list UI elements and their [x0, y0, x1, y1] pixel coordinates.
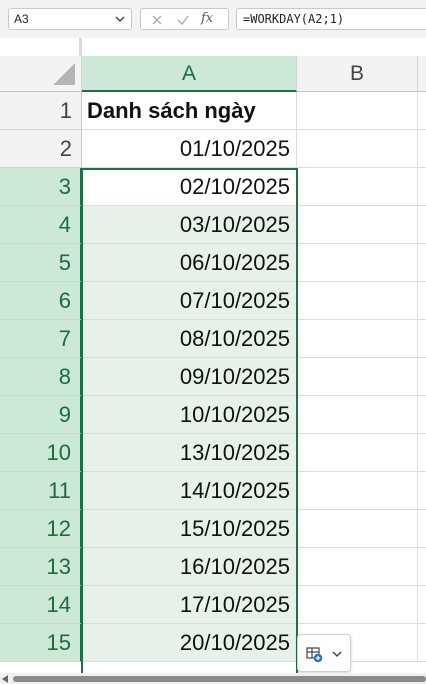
cell-a[interactable]: 15/10/2025 [82, 510, 297, 548]
cell-a[interactable]: 20/10/2025 [82, 624, 297, 662]
cell-a[interactable]: 10/10/2025 [82, 396, 297, 434]
name-box[interactable]: A3 [8, 8, 132, 30]
cell-a[interactable]: 03/10/2025 [82, 206, 297, 244]
cell-c[interactable] [418, 282, 426, 320]
cell-b[interactable] [297, 320, 418, 358]
column-header-a[interactable]: A [82, 56, 297, 92]
row-header[interactable]: 9 [0, 396, 82, 434]
cell-b[interactable] [297, 168, 418, 206]
chevron-down-icon[interactable] [113, 12, 127, 26]
cell-b[interactable] [297, 548, 418, 586]
cell-c[interactable] [418, 396, 426, 434]
cell-a[interactable]: 02/10/2025 [82, 168, 297, 206]
row-header[interactable]: 11 [0, 472, 82, 510]
cell-c[interactable] [418, 320, 426, 358]
cell-c[interactable] [418, 244, 426, 282]
cell-a[interactable]: 07/10/2025 [82, 282, 297, 320]
cell-a[interactable]: 06/10/2025 [82, 244, 297, 282]
cell-b[interactable] [297, 396, 418, 434]
formula-buttons: fx [140, 8, 229, 30]
row-header[interactable]: 8 [0, 358, 82, 396]
cell-a[interactable]: 08/10/2025 [82, 320, 297, 358]
cell-b[interactable] [297, 206, 418, 244]
formula-value: =WORKDAY(A2;1) [243, 12, 345, 26]
row-header[interactable]: 4 [0, 206, 82, 244]
row-header[interactable]: 14 [0, 586, 82, 624]
chevron-down-icon [332, 651, 342, 658]
cancel-icon[interactable] [149, 12, 165, 28]
formula-input[interactable]: =WORKDAY(A2;1) [236, 8, 426, 30]
cell-c[interactable] [418, 624, 426, 662]
row-header[interactable]: 13 [0, 548, 82, 586]
row-header[interactable]: 3 [0, 168, 82, 206]
horizontal-scrollbar[interactable] [0, 673, 426, 684]
cell-b[interactable] [297, 586, 418, 624]
formula-bar-resize-handle[interactable] [79, 38, 82, 56]
scrollbar-thumb[interactable] [13, 676, 426, 682]
select-all-icon [53, 63, 75, 85]
cell-c[interactable] [418, 510, 426, 548]
cell-c[interactable] [418, 548, 426, 586]
column-header-c[interactable] [418, 56, 426, 92]
insert-function-button[interactable]: fx [201, 11, 213, 26]
cell-a[interactable]: 17/10/2025 [82, 586, 297, 624]
cell-a[interactable]: 01/10/2025 [82, 130, 297, 168]
cell-c[interactable] [418, 472, 426, 510]
row-header[interactable]: 5 [0, 244, 82, 282]
formula-bar: A3 fx =WORKDAY(A2;1) [0, 0, 426, 38]
row-header[interactable]: 12 [0, 510, 82, 548]
row-header[interactable]: 15 [0, 624, 82, 662]
scroll-left-icon[interactable] [2, 675, 8, 683]
cell-a1-header[interactable]: Danh sách ngày [82, 92, 297, 130]
cell-c[interactable] [418, 92, 426, 130]
cell-b[interactable] [297, 282, 418, 320]
cell-a[interactable]: 14/10/2025 [82, 472, 297, 510]
cell-c[interactable] [418, 130, 426, 168]
cell-a[interactable]: 09/10/2025 [82, 358, 297, 396]
cell-b[interactable] [297, 244, 418, 282]
cell-b[interactable] [297, 510, 418, 548]
cell-b[interactable] [297, 130, 418, 168]
cell-c[interactable] [418, 168, 426, 206]
row-header[interactable]: 1 [0, 92, 82, 130]
row-header[interactable]: 2 [0, 130, 82, 168]
cell-a[interactable]: 16/10/2025 [82, 548, 297, 586]
row-header[interactable]: 6 [0, 282, 82, 320]
row-header[interactable]: 10 [0, 434, 82, 472]
cell-c[interactable] [418, 206, 426, 244]
cell-c[interactable] [418, 586, 426, 624]
row-header[interactable]: 7 [0, 320, 82, 358]
cell-b[interactable] [297, 434, 418, 472]
quick-analysis-icon [306, 647, 323, 663]
name-box-value: A3 [14, 12, 29, 26]
quick-analysis-button[interactable] [297, 634, 351, 672]
cell-b[interactable] [297, 472, 418, 510]
check-icon[interactable] [175, 12, 191, 28]
select-all-button[interactable] [0, 56, 82, 92]
cell-b[interactable] [297, 358, 418, 396]
column-header-b[interactable]: B [297, 56, 418, 92]
cell-b[interactable] [297, 92, 418, 130]
cell-c[interactable] [418, 434, 426, 472]
cell-c[interactable] [418, 358, 426, 396]
cell-a[interactable]: 13/10/2025 [82, 434, 297, 472]
